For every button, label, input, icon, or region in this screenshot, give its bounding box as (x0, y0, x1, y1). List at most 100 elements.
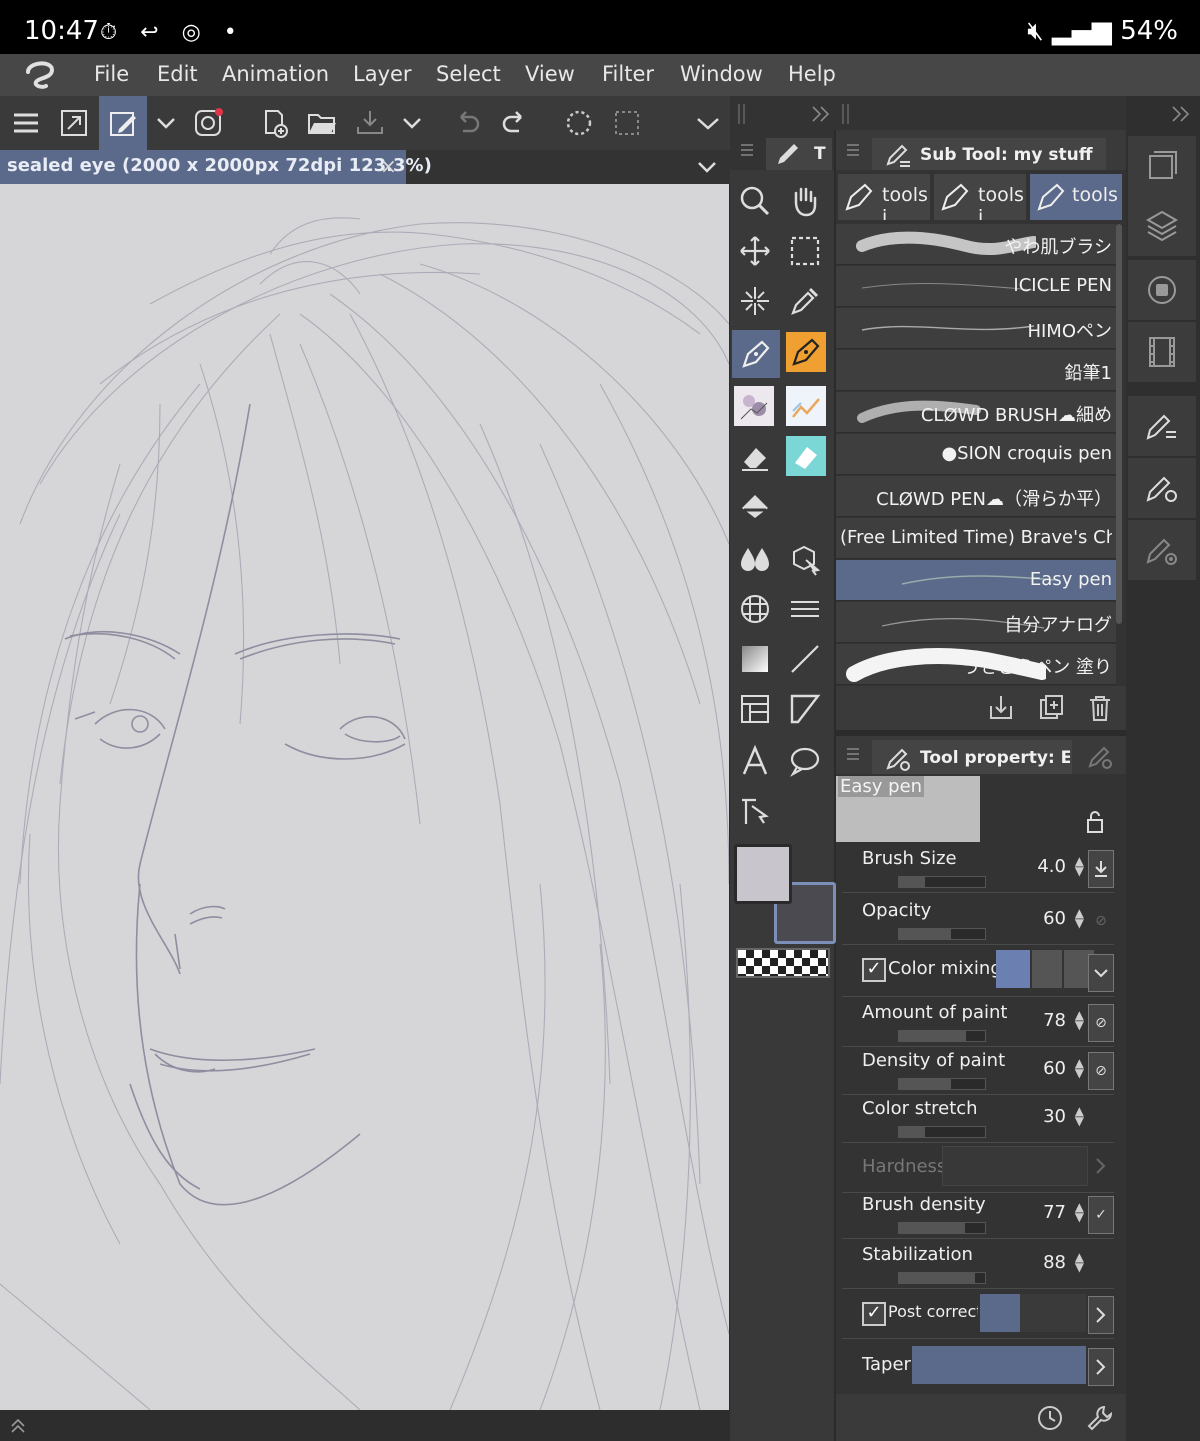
collapse-chevrons-icon[interactable] (810, 104, 832, 124)
pen-tool[interactable] (732, 330, 780, 378)
stepper-icon[interactable]: ▲ ▼ (1075, 1009, 1084, 1031)
collapse-chevrons-icon[interactable] (1170, 104, 1192, 124)
clear-selection-button[interactable] (555, 96, 603, 150)
brush-item-selected[interactable]: Easy pen (836, 560, 1116, 601)
stepper-icon[interactable]: ▲ ▼ (1075, 1201, 1084, 1223)
3d-tool[interactable] (782, 536, 828, 582)
line-hatch-tool[interactable] (782, 586, 828, 632)
sub-tool-group-tab[interactable]: tools i (934, 174, 1026, 220)
menu-view[interactable]: View (525, 62, 575, 86)
property-value[interactable]: 60 (1043, 908, 1066, 929)
slider-track[interactable] (898, 876, 986, 888)
menu-help[interactable]: Help (788, 62, 836, 86)
stepper-icon[interactable]: ▲ ▼ (1075, 1057, 1084, 1079)
sub-tool-panel-button[interactable] (1128, 396, 1196, 456)
brush-item[interactable]: ●SION croquis pen (836, 434, 1116, 475)
layers-button[interactable] (1128, 196, 1196, 256)
brush-thumbnail-tool[interactable] (734, 386, 774, 426)
slider-track[interactable] (898, 1126, 986, 1138)
menu-filter[interactable]: Filter (602, 62, 654, 86)
mixing-mode-blend[interactable] (996, 950, 1030, 988)
duplicate-icon[interactable] (1038, 694, 1064, 722)
drawing-canvas[interactable] (0, 184, 729, 1410)
edit-mode-button[interactable] (99, 96, 147, 150)
pressure-check-button[interactable]: ✓ (1088, 1196, 1114, 1234)
grip-icon[interactable] (736, 102, 748, 126)
double-chevron-up-icon[interactable] (8, 1416, 28, 1436)
redo-button[interactable] (491, 96, 539, 150)
companion-button[interactable] (184, 96, 232, 150)
brush-item[interactable]: やわ肌ブラシ (836, 224, 1116, 265)
menu-edit[interactable]: Edit (157, 62, 198, 86)
stepper-icon[interactable]: ▲ ▼ (1075, 855, 1084, 877)
brush-item[interactable]: ICICLE PEN (836, 266, 1116, 307)
brush-item[interactable]: 自分アナログ (836, 602, 1116, 643)
line-tool[interactable] (782, 636, 828, 682)
slider-track[interactable] (898, 1030, 986, 1042)
blend-tool[interactable] (786, 436, 826, 476)
wrench-icon[interactable] (1086, 1404, 1114, 1432)
pressure-button[interactable]: ⊘ (1088, 1052, 1114, 1090)
menu-file[interactable]: File (94, 62, 129, 86)
property-value[interactable]: 77 (1043, 1202, 1066, 1223)
pen-variant-tool[interactable] (786, 332, 826, 372)
decoration-tool[interactable] (786, 386, 826, 426)
taper-selector[interactable] (912, 1346, 1086, 1384)
hamburger-button[interactable] (2, 96, 50, 150)
undo-button[interactable] (443, 96, 491, 150)
new-canvas-button[interactable] (250, 96, 298, 150)
pressure-download-button[interactable] (1088, 850, 1114, 888)
tool-palette-tab[interactable]: T (766, 138, 832, 170)
menu-icon[interactable] (740, 142, 754, 158)
brush-item[interactable]: (Free Limited Time) Brave's Chise (836, 518, 1116, 559)
main-color-swatch[interactable] (734, 844, 792, 904)
selection-tool[interactable] (782, 228, 828, 274)
menu-select[interactable]: Select (436, 62, 501, 86)
sub-tool-group-tab-active[interactable]: tools (1030, 174, 1122, 220)
pressure-button[interactable]: ⊘ (1088, 1004, 1114, 1042)
hand-tool[interactable] (782, 178, 828, 224)
brush-item[interactable]: うさぎらペン 塗り (836, 644, 1116, 685)
slider-track[interactable] (898, 1222, 986, 1234)
menu-layer[interactable]: Layer (353, 62, 412, 86)
property-value[interactable]: 78 (1043, 1010, 1066, 1031)
trash-icon[interactable] (1088, 694, 1112, 722)
property-value[interactable]: 60 (1043, 1058, 1066, 1079)
brush-item[interactable]: HIMOペン (836, 308, 1116, 349)
open-button[interactable] (298, 96, 346, 150)
post-correction-level[interactable] (980, 1294, 1086, 1332)
property-value[interactable]: 4.0 (1037, 856, 1066, 877)
sub-tool-title-tab[interactable]: Sub Tool: my stuff (872, 138, 1106, 170)
save-button[interactable] (346, 96, 394, 150)
tool-property-title-tab[interactable]: Tool property: Eas (872, 740, 1072, 774)
brush-list-scrollbar[interactable] (1116, 224, 1122, 624)
auto-select-tool[interactable] (732, 278, 778, 324)
chevron-down-icon[interactable] (696, 156, 718, 178)
text-tool[interactable] (732, 738, 778, 784)
blend-drops-tool[interactable] (732, 536, 778, 582)
reset-clock-icon[interactable] (1036, 1404, 1064, 1432)
property-value[interactable]: 30 (1043, 1106, 1066, 1127)
import-icon[interactable] (988, 694, 1014, 722)
gradient-tool[interactable] (732, 636, 778, 682)
mixing-mode-running[interactable] (1032, 950, 1062, 988)
document-tab[interactable]: sealed eye (2000 x 2000px 72dpi 123.3%) … (0, 150, 432, 184)
post-correction-checkbox[interactable]: ✓ (862, 1302, 886, 1326)
grip-icon[interactable] (840, 102, 852, 126)
frame-tool[interactable] (732, 686, 778, 732)
property-value[interactable]: 88 (1043, 1252, 1066, 1273)
mixing-mode-dropdown[interactable] (1088, 954, 1114, 992)
brush-item[interactable]: CLØWD BRUSH☁細め (836, 392, 1116, 433)
fill-tool[interactable] (732, 484, 778, 530)
app-logo-icon[interactable] (22, 58, 58, 92)
taper-expand[interactable] (1088, 1348, 1114, 1386)
correct-line-tool[interactable] (732, 788, 778, 834)
unlock-icon[interactable] (1084, 810, 1106, 834)
edit-mode-dropdown[interactable] (142, 96, 190, 150)
tool-property-panel-button[interactable] (1128, 458, 1196, 518)
sub-tool-group-tab[interactable]: tools i (838, 174, 930, 220)
timeline-button[interactable] (1128, 322, 1196, 382)
toolbar-more-dropdown[interactable] (684, 96, 732, 150)
balloon-tool[interactable] (782, 738, 828, 784)
select-all-button[interactable] (603, 96, 651, 150)
